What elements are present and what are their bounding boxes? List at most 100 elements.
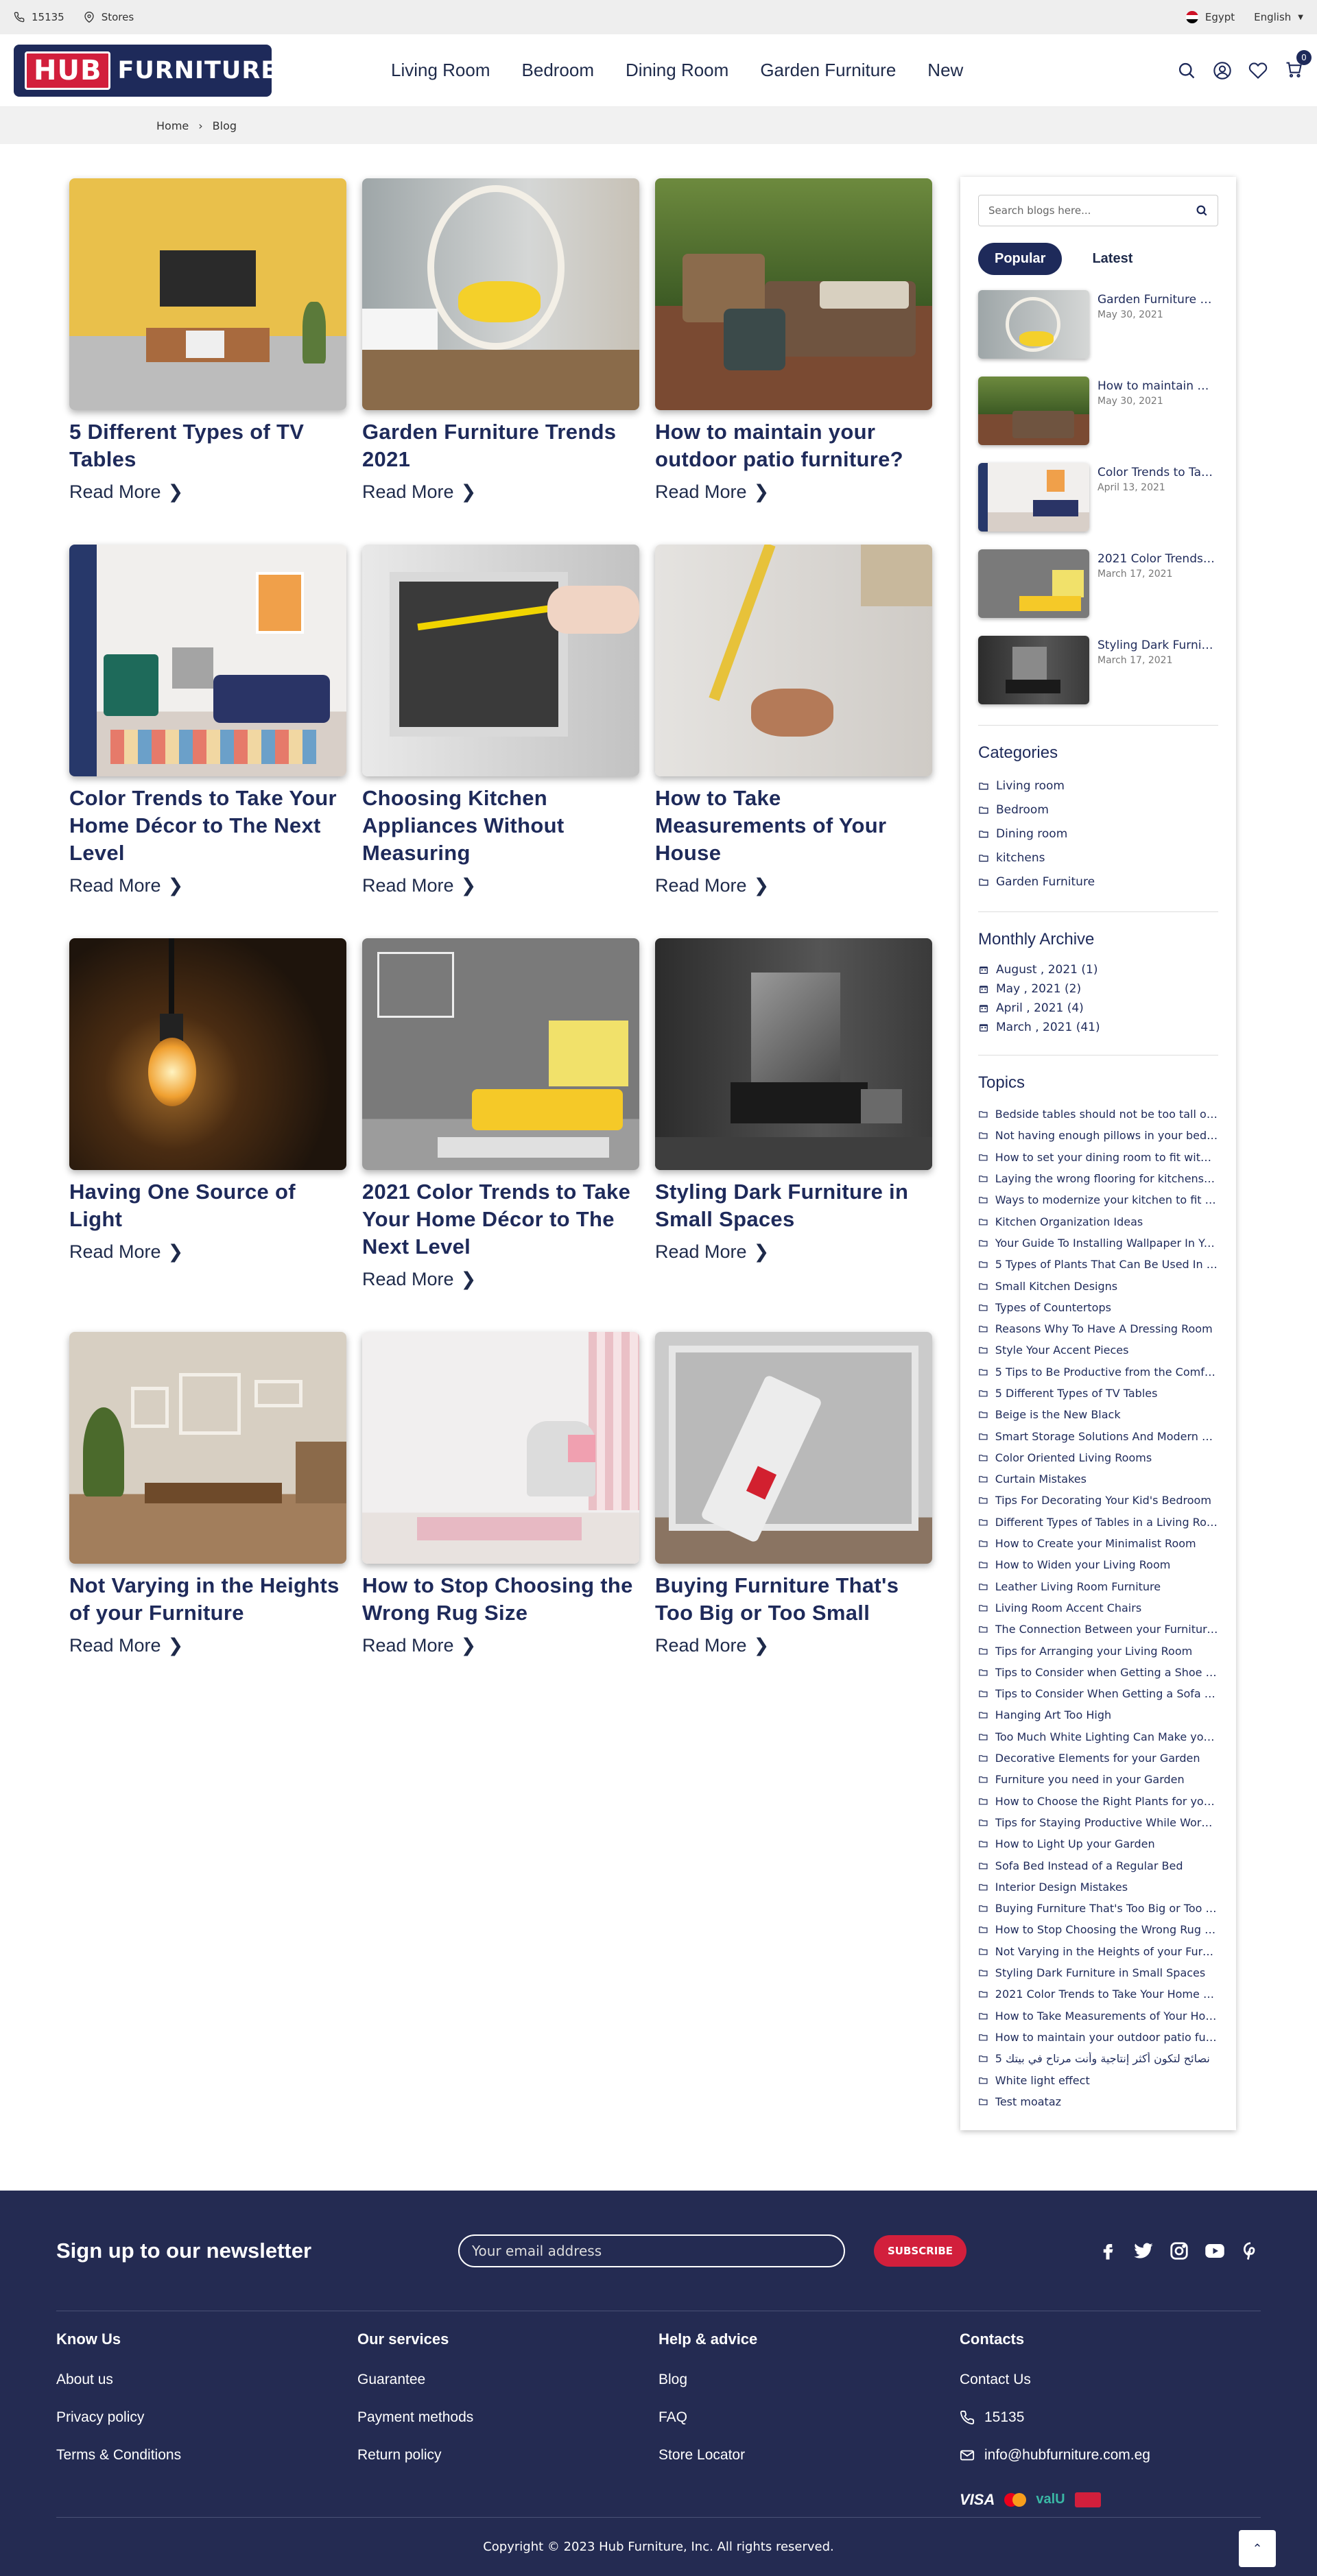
phone-link[interactable]: 15135 — [14, 11, 64, 23]
search-icon[interactable] — [1177, 61, 1196, 80]
topic-item[interactable]: Buying Furniture That's Too Big or Too S… — [978, 1898, 1218, 1919]
account-icon[interactable] — [1213, 61, 1232, 80]
blog-card-title[interactable]: How to maintain your outdoor patio furni… — [655, 418, 932, 473]
topic-item[interactable]: Leather Living Room Furniture — [978, 1576, 1218, 1597]
category-item[interactable]: Bedroom — [978, 798, 1218, 822]
youtube-icon[interactable] — [1205, 2241, 1225, 2261]
topic-item[interactable]: Smart Storage Solutions And Modern Desig… — [978, 1425, 1218, 1446]
language-selector[interactable]: English ▼ — [1254, 11, 1303, 23]
stores-link[interactable]: Stores — [84, 11, 134, 23]
footer-link-guarantee[interactable]: Guarantee — [357, 2361, 658, 2398]
topic-item[interactable]: How to Widen your Living Room — [978, 1554, 1218, 1575]
instagram-icon[interactable] — [1169, 2241, 1189, 2261]
read-more-link[interactable]: Read More ❯ — [69, 1635, 346, 1656]
topic-item[interactable]: Decorative Elements for your Garden — [978, 1748, 1218, 1769]
blog-card-image[interactable] — [655, 1332, 932, 1564]
recent-post[interactable]: Garden Furniture Trends 2021 May 30, 2021 — [978, 290, 1218, 361]
search-icon[interactable] — [1196, 204, 1208, 217]
blog-card-title[interactable]: How to Take Measurements of Your House — [655, 785, 932, 867]
read-more-link[interactable]: Read More ❯ — [362, 875, 639, 896]
archive-item[interactable]: March , 2021 (41) — [978, 1018, 1218, 1037]
recent-post-title[interactable]: 2021 Color Trends to Take Your Home — [1098, 552, 1215, 566]
recent-post-title[interactable]: Styling Dark Furniture in Small Spaces — [1098, 639, 1215, 652]
footer-link-blog[interactable]: Blog — [658, 2361, 960, 2398]
newsletter-email-input[interactable]: Your email address — [458, 2234, 845, 2267]
topic-item[interactable]: Bedside tables should not be too tall or… — [978, 1104, 1218, 1125]
topic-item[interactable]: White light effect — [978, 2069, 1218, 2090]
blog-card[interactable]: Buying Furniture That's Too Big or Too S… — [655, 1332, 932, 1656]
blog-card[interactable]: 5 Different Types of TV Tables Read More… — [69, 178, 346, 503]
topic-item[interactable]: Laying the wrong flooring for kitchens a… — [978, 1168, 1218, 1189]
recent-post-title[interactable]: Color Trends to Take Your Home Décor — [1098, 466, 1215, 479]
topic-item[interactable]: Different Types of Tables in a Living Ro… — [978, 1512, 1218, 1533]
blog-card-image[interactable] — [362, 1332, 639, 1564]
topic-item[interactable]: Kitchen Organization Ideas — [978, 1211, 1218, 1232]
footer-phone[interactable]: 15135 — [960, 2398, 1261, 2436]
topic-item[interactable]: Beige is the New Black — [978, 1404, 1218, 1425]
recent-post-title[interactable]: Garden Furniture Trends 2021 — [1098, 293, 1215, 307]
topic-item[interactable]: How to maintain your outdoor patio furni… — [978, 2027, 1218, 2048]
read-more-link[interactable]: Read More ❯ — [69, 1241, 346, 1263]
topic-item[interactable]: Test moataz — [978, 2091, 1218, 2112]
topic-item[interactable]: Interior Design Mistakes — [978, 1876, 1218, 1898]
topic-item[interactable]: Style Your Accent Pieces — [978, 1339, 1218, 1361]
read-more-link[interactable]: Read More ❯ — [69, 481, 346, 503]
blog-card-image[interactable] — [69, 1332, 346, 1564]
topic-item[interactable]: Types of Countertops — [978, 1297, 1218, 1318]
archive-item[interactable]: May , 2021 (2) — [978, 979, 1218, 999]
read-more-link[interactable]: Read More ❯ — [655, 1635, 932, 1656]
blog-card[interactable]: How to Take Measurements of Your House R… — [655, 545, 932, 896]
read-more-link[interactable]: Read More ❯ — [655, 481, 932, 503]
blog-card[interactable]: Garden Furniture Trends 2021 Read More ❯ — [362, 178, 639, 503]
blog-card[interactable]: Having One Source of Light Read More ❯ — [69, 938, 346, 1263]
blog-card-image[interactable] — [655, 178, 932, 410]
nav-dining-room[interactable]: Dining Room — [626, 60, 728, 81]
blog-card-title[interactable]: Garden Furniture Trends 2021 — [362, 418, 639, 473]
topic-item[interactable]: Color Oriented Living Rooms — [978, 1447, 1218, 1468]
back-to-top-button[interactable]: ⌃ — [1239, 2530, 1276, 2567]
topic-item[interactable]: Not Varying in the Heights of your Furni… — [978, 1941, 1218, 1962]
topic-item[interactable]: How to set your dining room to fit with … — [978, 1147, 1218, 1168]
blog-card-image[interactable] — [362, 938, 639, 1170]
blog-card[interactable]: Styling Dark Furniture in Small Spaces R… — [655, 938, 932, 1263]
blog-card[interactable]: How to maintain your outdoor patio furni… — [655, 178, 932, 503]
topic-item[interactable]: How to Create your Minimalist Room — [978, 1533, 1218, 1554]
blog-card-image[interactable] — [69, 545, 346, 776]
topic-item[interactable]: Tips For Decorating Your Kid's Bedroom — [978, 1490, 1218, 1511]
topic-item[interactable]: Ways to modernize your kitchen to fit 20… — [978, 1189, 1218, 1211]
wishlist-heart-icon[interactable] — [1248, 61, 1268, 80]
topic-item[interactable]: Styling Dark Furniture in Small Spaces — [978, 1962, 1218, 1983]
category-item[interactable]: Living room — [978, 774, 1218, 798]
topic-item[interactable]: Too Much White Lighting Can Make your Ro… — [978, 1726, 1218, 1748]
blog-card-title[interactable]: 2021 Color Trends to Take Your Home Déco… — [362, 1178, 639, 1261]
topic-item[interactable]: Not having enough pillows in your bedroo… — [978, 1125, 1218, 1146]
subscribe-button[interactable]: SUBSCRIBE — [874, 2234, 967, 2267]
read-more-link[interactable]: Read More ❯ — [655, 1241, 932, 1263]
blog-card-title[interactable]: Buying Furniture That's Too Big or Too S… — [655, 1572, 932, 1627]
logo[interactable]: HUB FURNITURE — [14, 44, 277, 97]
footer-link-privacy[interactable]: Privacy policy — [56, 2398, 357, 2436]
footer-link-about[interactable]: About us — [56, 2361, 357, 2398]
blog-card-title[interactable]: Styling Dark Furniture in Small Spaces — [655, 1178, 932, 1233]
facebook-icon[interactable] — [1098, 2241, 1118, 2261]
blog-card-image[interactable] — [69, 178, 346, 410]
category-item[interactable]: kitchens — [978, 846, 1218, 870]
recent-post[interactable]: Styling Dark Furniture in Small Spaces Ma… — [978, 636, 1218, 707]
nav-new[interactable]: New — [927, 60, 963, 81]
recent-post[interactable]: 2021 Color Trends to Take Your Home March… — [978, 549, 1218, 621]
footer-link-return[interactable]: Return policy — [357, 2436, 658, 2474]
blog-card-title[interactable]: Not Varying in the Heights of your Furni… — [69, 1572, 346, 1627]
nav-garden-furniture[interactable]: Garden Furniture — [760, 60, 896, 81]
category-item[interactable]: Dining room — [978, 822, 1218, 846]
footer-link-faq[interactable]: FAQ — [658, 2398, 960, 2436]
blog-card-image[interactable] — [655, 545, 932, 776]
footer-link-store-locator[interactable]: Store Locator — [658, 2436, 960, 2474]
recent-post-thumbnail[interactable] — [978, 377, 1089, 445]
read-more-link[interactable]: Read More ❯ — [362, 1635, 639, 1656]
recent-post-thumbnail[interactable] — [978, 290, 1089, 359]
blog-card-title[interactable]: 5 Different Types of TV Tables — [69, 418, 346, 473]
topic-item[interactable]: The Connection Between your Furniture an… — [978, 1619, 1218, 1640]
topic-item[interactable]: Your Guide To Installing Wallpaper In Yo… — [978, 1232, 1218, 1254]
read-more-link[interactable]: Read More ❯ — [69, 875, 346, 896]
recent-post[interactable]: How to maintain your outdoor patio furni… — [978, 377, 1218, 448]
